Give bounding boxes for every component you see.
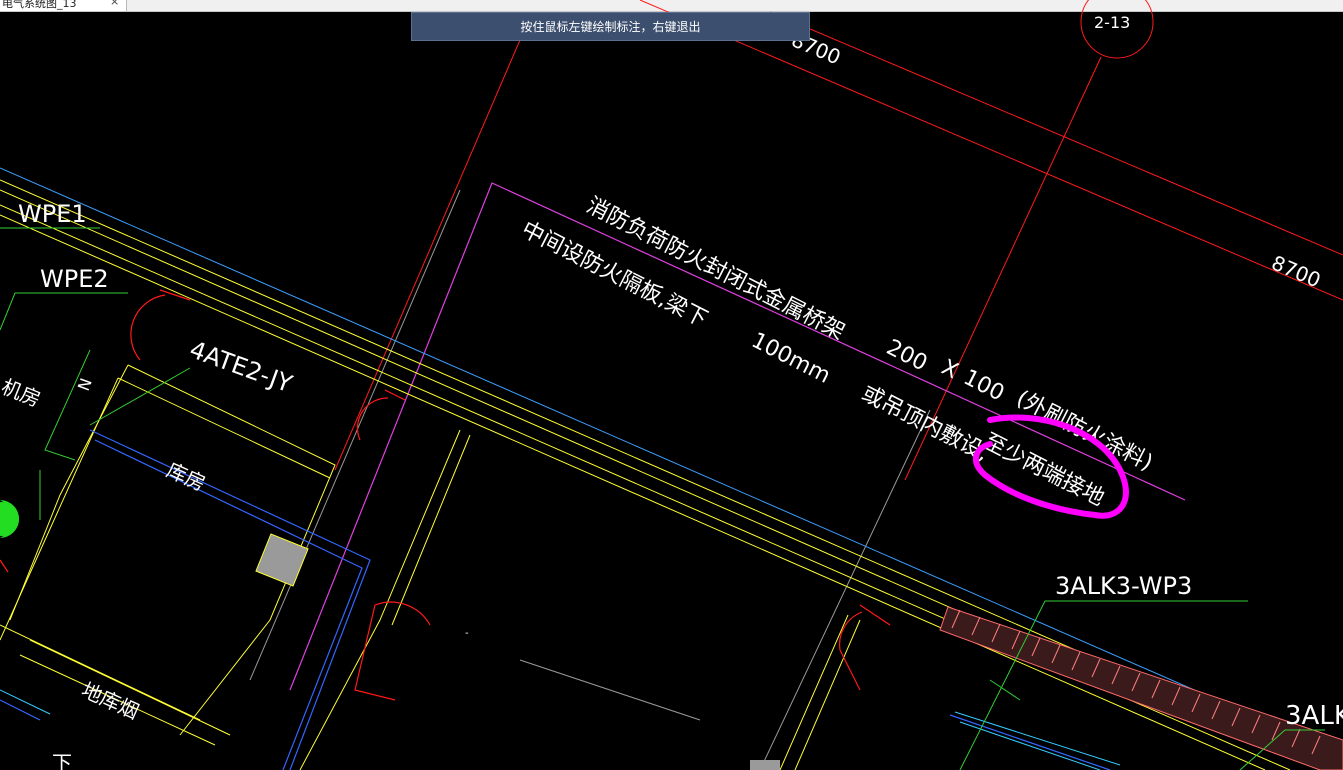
cad-drawing-canvas[interactable]: 2-13 8700 8700 - WPE1 WPE2 4ATE2-JY 机房 库… bbox=[0, 0, 1343, 770]
construction-lines bbox=[249, 189, 931, 770]
cable-tray-note: 消防负荷防火封闭式金属桥架 中间设防火隔板,梁下 100mm 200 X 100… bbox=[517, 193, 1156, 511]
label-jifang: 机房 bbox=[0, 374, 44, 411]
dimension-8700-right: 8700 bbox=[1268, 251, 1324, 293]
equipment-box-bottom bbox=[750, 760, 780, 770]
label-3alk: 3ALK bbox=[1285, 701, 1343, 731]
axis-lines bbox=[334, 0, 1343, 481]
label-wpe1: WPE1 bbox=[18, 200, 87, 228]
label-kufang: 库房 bbox=[163, 458, 209, 496]
green-node-icon bbox=[0, 502, 19, 536]
tray-boundary bbox=[289, 182, 1186, 691]
label-north: N bbox=[74, 376, 96, 394]
note-line2: 中间设防火隔板,梁下 bbox=[517, 217, 711, 332]
label-wpe2: WPE2 bbox=[40, 265, 109, 293]
label-dikuyan: 地库烟 bbox=[78, 678, 143, 724]
label-3alk3-wp3: 3ALK3-WP3 bbox=[1055, 572, 1192, 600]
grid-bubble-label: 2-13 bbox=[1094, 13, 1130, 32]
note-size-width: 200 bbox=[882, 335, 931, 376]
stray-mark: - bbox=[465, 628, 469, 639]
label-xia: 下 bbox=[52, 751, 72, 770]
label-4ate2-jy: 4ATE2-JY bbox=[186, 335, 296, 398]
equipment-box bbox=[255, 533, 309, 587]
note-100mm: 100mm bbox=[747, 328, 834, 389]
note-size-x: X bbox=[937, 355, 962, 384]
duct-run-cyan bbox=[0, 689, 1121, 770]
command-prompt-banner: 按住鼠标左键绘制标注，右键退出 bbox=[411, 12, 810, 41]
